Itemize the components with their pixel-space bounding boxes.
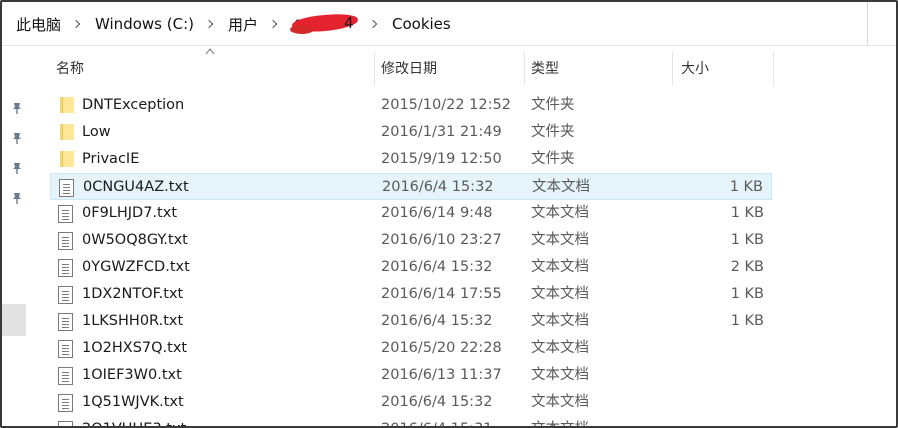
file-size: 1 KB <box>730 232 764 248</box>
file-row[interactable]: 1Q51WJVK.txt 2016/6/4 15:32 文本文档 <box>50 389 772 416</box>
file-name: PrivacIE <box>82 151 140 167</box>
breadcrumb: 此电脑 Windows (C:) 用户 g 4 Cookies <box>14 2 453 46</box>
file-modified-date: 2016/6/13 11:37 <box>381 367 502 383</box>
file-modified-date: 2016/6/14 17:55 <box>381 286 502 302</box>
file-modified-date: 2015/10/22 12:52 <box>381 97 511 113</box>
navigation-pane-selection[interactable] <box>2 304 26 336</box>
navigation-pane <box>2 46 30 426</box>
pin-icon[interactable] <box>10 100 24 114</box>
breadcrumb-this-pc[interactable]: 此电脑 <box>14 12 63 37</box>
file-modified-date: 2015/9/19 12:50 <box>381 151 502 167</box>
file-name: 1O2HXS7Q.txt <box>82 340 188 356</box>
file-type: 文件夹 <box>531 151 575 167</box>
file-type: 文本文档 <box>532 179 590 195</box>
file-type: 文本文档 <box>531 313 589 329</box>
file-modified-date: 2016/6/4 15:32 <box>381 259 493 275</box>
breadcrumb-cookies[interactable]: Cookies <box>390 13 453 35</box>
chevron-right-icon[interactable] <box>368 19 378 29</box>
text-file-icon <box>58 340 73 358</box>
file-name: 1DX2NTOF.txt <box>82 286 184 302</box>
file-type: 文件夹 <box>531 97 575 113</box>
file-type: 文本文档 <box>531 340 589 356</box>
file-row[interactable]: 1O2HXS7Q.txt 2016/5/20 22:28 文本文档 <box>50 335 772 362</box>
file-name: 1Q51WJVK.txt <box>82 394 184 410</box>
column-divider[interactable] <box>773 52 774 86</box>
file-modified-date: 2016/1/31 21:49 <box>381 124 502 140</box>
file-type: 文本文档 <box>531 232 589 248</box>
address-bar-divider <box>867 2 868 46</box>
text-file-icon <box>58 286 73 304</box>
file-name: 0CNGU4AZ.txt <box>83 179 189 195</box>
column-name[interactable]: 名称 <box>50 48 370 88</box>
file-type: 文本文档 <box>531 416 589 426</box>
text-file-icon <box>58 394 73 412</box>
chevron-right-icon[interactable] <box>71 19 81 29</box>
text-file-icon <box>58 421 73 426</box>
text-file-icon <box>58 232 73 250</box>
file-modified-date: 2016/6/14 9:48 <box>381 205 493 221</box>
file-modified-date: 2016/6/10 23:27 <box>381 232 502 248</box>
file-name: DNTException <box>82 97 185 113</box>
pin-icon[interactable] <box>10 160 24 174</box>
file-modified-date: 2016/6/4 15:32 <box>382 179 494 195</box>
file-name: 0W5OQ8GY.txt <box>82 232 188 248</box>
file-row[interactable]: 1OIEF3W0.txt 2016/6/13 11:37 文本文档 <box>50 362 772 389</box>
file-type: 文本文档 <box>531 394 589 410</box>
breadcrumb-users[interactable]: 用户 <box>226 12 260 37</box>
file-row[interactable]: 1DX2NTOF.txt 2016/6/14 17:55 文本文档 1 KB <box>50 281 772 308</box>
file-row[interactable]: DNTException 2015/10/22 12:52 文件夹 <box>50 92 772 119</box>
file-row[interactable]: Low 2016/1/31 21:49 文件夹 <box>50 119 772 146</box>
file-name: Low <box>82 124 111 140</box>
breadcrumb-windows-c[interactable]: Windows (C:) <box>93 13 196 35</box>
text-file-icon <box>58 259 73 277</box>
address-bar[interactable]: 此电脑 Windows (C:) 用户 g 4 Cookies <box>2 2 896 46</box>
file-name: 0YGWZFCD.txt <box>82 259 190 275</box>
file-row[interactable]: 2Q1VUHE3.txt 2016/6/4 15:31 文本文档 <box>50 416 772 426</box>
file-size: 1 KB <box>730 286 764 302</box>
file-name: 2Q1VUHE3.txt <box>82 416 186 426</box>
pin-icon[interactable] <box>10 190 24 204</box>
folder-icon <box>60 151 74 167</box>
file-modified-date: 2016/6/4 15:32 <box>381 313 493 329</box>
column-type[interactable]: 类型 <box>525 48 673 88</box>
file-type: 文本文档 <box>531 286 589 302</box>
column-modified[interactable]: 修改日期 <box>375 48 523 88</box>
file-modified-date: 2016/6/4 15:31 <box>381 416 493 426</box>
file-type: 文本文档 <box>531 259 589 275</box>
file-size: 1 KB <box>729 179 763 195</box>
file-name: 1LKSHH0R.txt <box>82 313 184 329</box>
column-header: 名称 修改日期 类型 大小 <box>50 48 780 88</box>
file-explorer-window: 此电脑 Windows (C:) 用户 g 4 Cookies <box>0 0 898 428</box>
text-file-icon <box>58 367 73 385</box>
file-size: 2 KB <box>730 259 764 275</box>
file-row[interactable]: 0F9LHJD7.txt 2016/6/14 9:48 文本文档 1 KB <box>50 200 772 227</box>
file-type: 文件夹 <box>531 124 575 140</box>
breadcrumb-username-redacted[interactable]: g 4 <box>290 12 360 34</box>
file-type: 文本文档 <box>531 205 589 221</box>
pin-icon[interactable] <box>10 130 24 144</box>
file-row[interactable]: 0CNGU4AZ.txt 2016/6/4 15:32 文本文档 1 KB <box>50 173 772 200</box>
file-name: 0F9LHJD7.txt <box>82 205 178 221</box>
text-file-icon <box>59 179 74 197</box>
file-size: 1 KB <box>730 205 764 221</box>
file-name: 1OIEF3W0.txt <box>82 367 182 383</box>
file-row[interactable]: 0YGWZFCD.txt 2016/6/4 15:32 文本文档 2 KB <box>50 254 772 281</box>
chevron-right-icon[interactable] <box>204 19 214 29</box>
file-row[interactable]: 0W5OQ8GY.txt 2016/6/10 23:27 文本文档 1 KB <box>50 227 772 254</box>
chevron-right-icon[interactable] <box>268 19 278 29</box>
file-modified-date: 2016/5/20 22:28 <box>381 340 502 356</box>
column-size[interactable]: 大小 <box>675 48 773 88</box>
file-row[interactable]: 1LKSHH0R.txt 2016/6/4 15:32 文本文档 1 KB <box>50 308 772 335</box>
text-file-icon <box>58 313 73 331</box>
file-modified-date: 2016/6/4 15:32 <box>381 394 493 410</box>
file-type: 文本文档 <box>531 367 589 383</box>
file-row[interactable]: PrivacIE 2015/9/19 12:50 文件夹 <box>50 146 772 173</box>
column-divider[interactable] <box>672 52 673 86</box>
folder-icon <box>60 124 74 140</box>
folder-icon <box>60 97 74 113</box>
text-file-icon <box>58 205 73 223</box>
redacted-username-suffix: 4 <box>344 14 354 32</box>
redaction-mark-tail <box>290 25 314 34</box>
file-size: 1 KB <box>730 313 764 329</box>
